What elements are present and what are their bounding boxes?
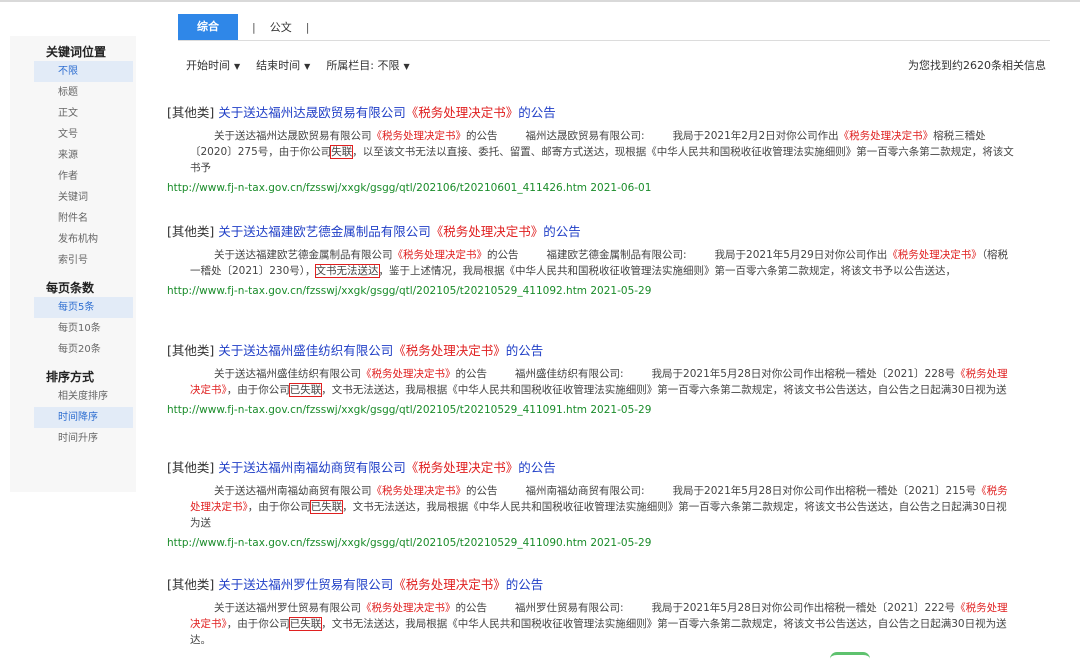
sidebar-option[interactable]: 索引号 [10, 250, 136, 271]
keyword-highlight: 《税务处理决定书》 [361, 602, 456, 614]
sidebar-option[interactable]: 每页5条 [34, 297, 133, 318]
end-time-filter[interactable]: 结束时间 ▼ [256, 57, 310, 73]
result-category: [其他类] [167, 224, 214, 239]
result-snippet: 关于送达福州罗仕贸易有限公司《税务处理决定书》的公告福州罗仕贸易有限公司:我局于… [167, 600, 1017, 648]
result-item: [其他类] 关于送达福州南福幼商贸有限公司《税务处理决定书》的公告关于送达福州南… [167, 459, 1027, 549]
tab-underline [178, 40, 1050, 41]
start-time-label: 开始时间 [186, 59, 230, 72]
caret-down-icon: ▼ [404, 62, 410, 71]
caret-down-icon: ▼ [234, 62, 240, 71]
result-item: [其他类] 关于送达福州盛佳纺织有限公司《税务处理决定书》的公告关于送达福州盛佳… [167, 342, 1027, 416]
result-snippet: 关于送达福州南福幼商贸有限公司《税务处理决定书》的公告福州南福幼商贸有限公司:我… [167, 483, 1017, 531]
result-category: [其他类] [167, 577, 214, 592]
keyword-highlight: 《税务处理决定书》 [361, 368, 456, 380]
column-label: 所属栏目: 不限 [326, 59, 399, 72]
start-time-filter[interactable]: 开始时间 ▼ [186, 57, 240, 73]
keyword-highlight: 《税务处理决定书》 [393, 249, 488, 261]
result-title-link[interactable]: 关于送达福州罗仕贸易有限公司《税务处理决定书》的公告 [214, 577, 543, 592]
column-filter[interactable]: 所属栏目: 不限 ▼ [326, 57, 409, 73]
result-snippet: 关于送达福州盛佳纺织有限公司《税务处理决定书》的公告福州盛佳纺织有限公司:我局于… [167, 366, 1017, 398]
sidebar: 关键词位置不限标题正文文号来源作者关键词附件名发布机构索引号每页条数每页5条每页… [10, 36, 136, 492]
result-item: [其他类] 关于送达福州达晟欧贸易有限公司《税务处理决定书》的公告关于送达福州达… [167, 104, 1027, 194]
result-item: [其他类] 关于送达福州罗仕贸易有限公司《税务处理决定书》的公告关于送达福州罗仕… [167, 576, 1027, 648]
result-snippet: 关于送达福建欧艺德金属制品有限公司《税务处理决定书》的公告福建欧艺德金属制品有限… [167, 247, 1017, 279]
result-title-link[interactable]: 关于送达福州盛佳纺织有限公司《税务处理决定书》的公告 [214, 343, 543, 358]
annotation-box: 已失联 [290, 618, 322, 630]
keyword-highlight: 《税务处理决定书》 [406, 460, 519, 475]
keyword-highlight: 《税务处理决定书》 [393, 343, 506, 358]
result-item: [其他类] 关于送达福建欧艺德金属制品有限公司《税务处理决定书》的公告关于送达福… [167, 223, 1027, 297]
annotation-box: 失联 [331, 146, 352, 158]
sidebar-option[interactable]: 标题 [10, 82, 136, 103]
caret-down-icon: ▼ [304, 62, 310, 71]
result-category: [其他类] [167, 105, 214, 120]
result-snippet: 关于送达福州达晟欧贸易有限公司《税务处理决定书》的公告福州达晟欧贸易有限公司:我… [167, 128, 1017, 176]
sidebar-option[interactable]: 附件名 [10, 208, 136, 229]
tab-official-document[interactable]: 公文 [270, 19, 292, 35]
watermark-arc [830, 652, 870, 659]
result-url[interactable]: http://www.fj-n-tax.gov.cn/fzsswj/xxgk/g… [167, 182, 1027, 194]
tab-comprehensive[interactable]: 综合 [178, 14, 238, 40]
top-border [0, 0, 1080, 2]
result-url[interactable]: http://www.fj-n-tax.gov.cn/fzsswj/xxgk/g… [167, 537, 1027, 549]
sidebar-option[interactable]: 每页10条 [10, 318, 136, 339]
sidebar-option[interactable]: 关键词 [10, 187, 136, 208]
result-title: [其他类] 关于送达福州罗仕贸易有限公司《税务处理决定书》的公告 [167, 576, 1027, 594]
result-title-link[interactable]: 关于送达福州南福幼商贸有限公司《税务处理决定书》的公告 [214, 460, 556, 475]
sidebar-option[interactable]: 发布机构 [10, 229, 136, 250]
sidebar-option[interactable]: 文号 [10, 124, 136, 145]
sidebar-option[interactable]: 不限 [34, 61, 133, 82]
sidebar-group-title: 每页条数 [10, 279, 136, 297]
sidebar-option[interactable]: 相关度排序 [10, 386, 136, 407]
tab-bar: 综合 | 公文 | [178, 14, 323, 40]
result-title-link[interactable]: 关于送达福州达晟欧贸易有限公司《税务处理决定书》的公告 [214, 105, 556, 120]
tab-separator: | [306, 21, 310, 34]
sidebar-option[interactable]: 时间升序 [10, 428, 136, 449]
sidebar-group-title: 关键词位置 [10, 43, 136, 61]
annotation-box: 已失联 [311, 501, 343, 513]
keyword-highlight: 《税务处理决定书》 [887, 249, 982, 261]
tab-separator: | [252, 21, 256, 34]
sidebar-option[interactable]: 时间降序 [34, 407, 133, 428]
result-category: [其他类] [167, 343, 214, 358]
result-title-link[interactable]: 关于送达福建欧艺德金属制品有限公司《税务处理决定书》的公告 [214, 224, 581, 239]
result-url[interactable]: http://www.fj-n-tax.gov.cn/fzsswj/xxgk/g… [167, 404, 1027, 416]
result-count: 为您找到约2620条相关信息 [908, 57, 1046, 73]
keyword-highlight: 《税务处理决定书》 [406, 105, 519, 120]
result-title: [其他类] 关于送达福建欧艺德金属制品有限公司《税务处理决定书》的公告 [167, 223, 1027, 241]
annotation-box: 文书无法送达 [316, 265, 379, 277]
sidebar-option[interactable]: 来源 [10, 145, 136, 166]
keyword-highlight: 《税务处理决定书》 [393, 577, 506, 592]
sidebar-option[interactable]: 每页20条 [10, 339, 136, 360]
end-time-label: 结束时间 [256, 59, 300, 72]
filter-bar: 开始时间 ▼ 结束时间 ▼ 所属栏目: 不限 ▼ [186, 57, 426, 73]
keyword-highlight: 《税务处理决定书》 [372, 485, 467, 497]
sidebar-option[interactable]: 正文 [10, 103, 136, 124]
keyword-highlight: 《税务处理决定书》 [839, 130, 934, 142]
result-title: [其他类] 关于送达福州达晟欧贸易有限公司《税务处理决定书》的公告 [167, 104, 1027, 122]
sidebar-option[interactable]: 作者 [10, 166, 136, 187]
sidebar-group-title: 排序方式 [10, 368, 136, 386]
annotation-box: 已失联 [290, 384, 322, 396]
result-category: [其他类] [167, 460, 214, 475]
keyword-highlight: 《税务处理决定书》 [431, 224, 544, 239]
result-title: [其他类] 关于送达福州南福幼商贸有限公司《税务处理决定书》的公告 [167, 459, 1027, 477]
keyword-highlight: 《税务处理决定书》 [372, 130, 467, 142]
result-url[interactable]: http://www.fj-n-tax.gov.cn/fzsswj/xxgk/g… [167, 285, 1027, 297]
result-title: [其他类] 关于送达福州盛佳纺织有限公司《税务处理决定书》的公告 [167, 342, 1027, 360]
